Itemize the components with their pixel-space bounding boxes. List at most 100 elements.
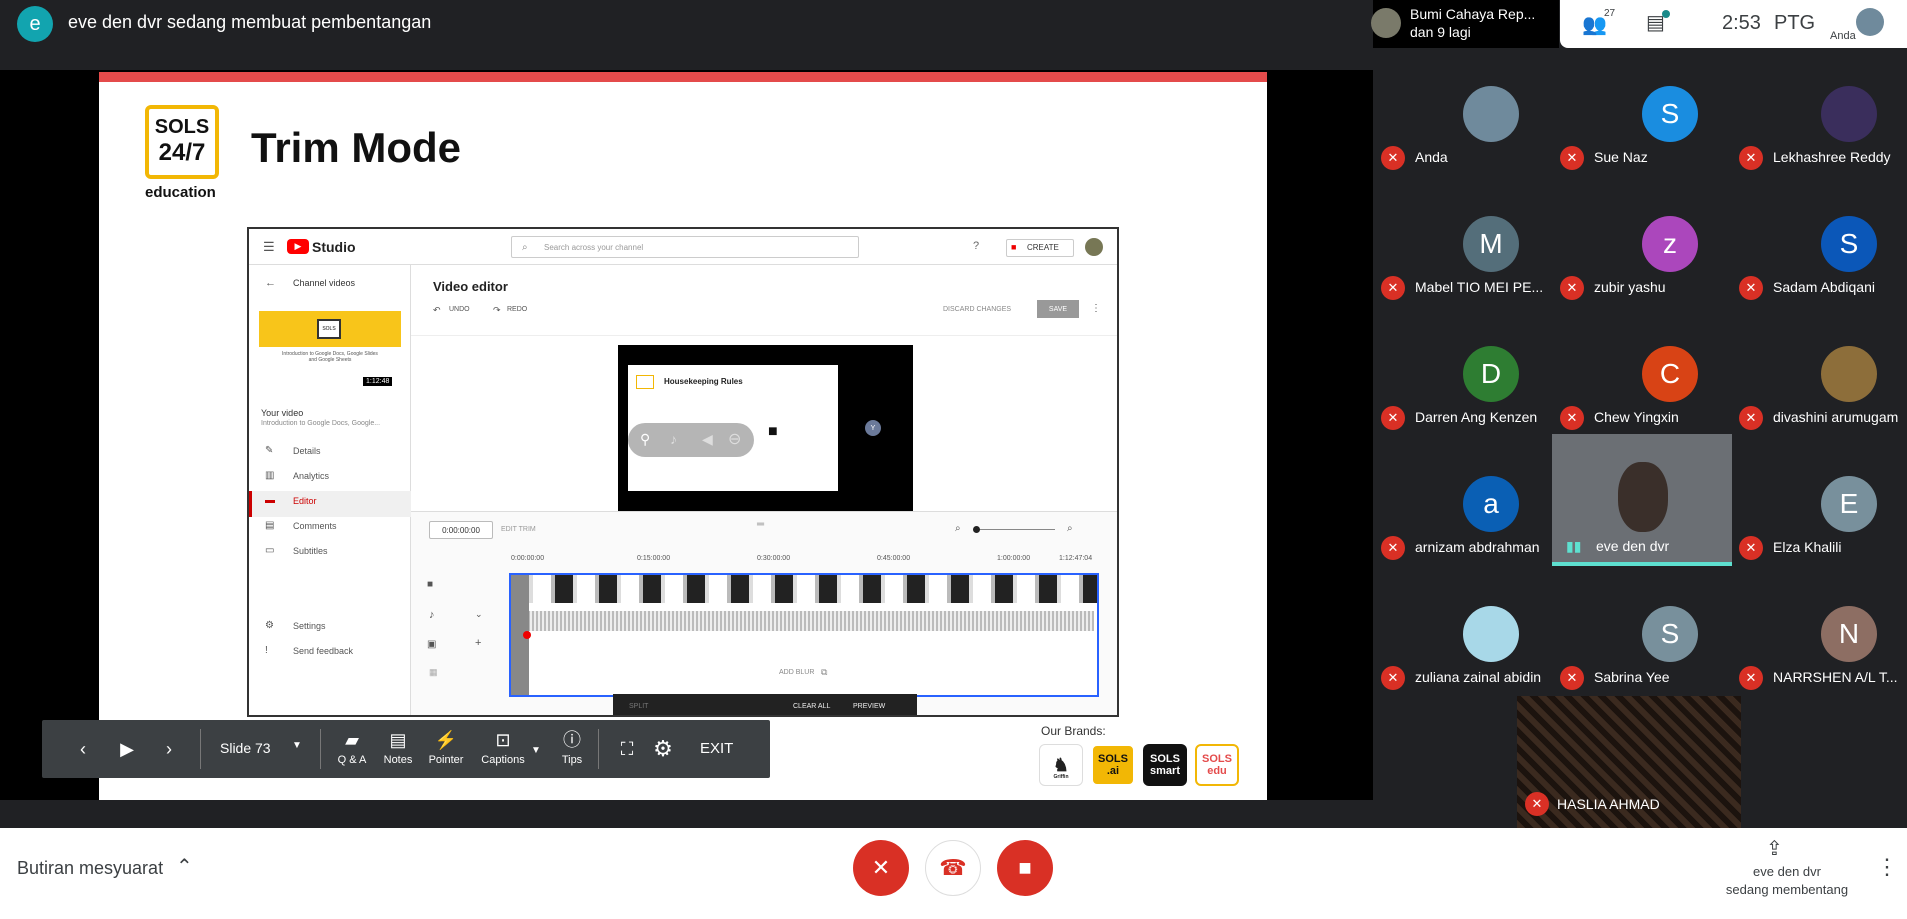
brand-sols-smart: SOLS smart xyxy=(1143,744,1187,786)
preview-logo xyxy=(636,375,654,389)
tick-0: 0:00:00:00 xyxy=(511,555,545,562)
timecode: 0:00:00:00 xyxy=(429,521,493,539)
participant-avatar[interactable] xyxy=(1463,86,1519,142)
redo-icon: ↷ xyxy=(493,305,501,315)
tile-name: NARRSHEN A/L T... xyxy=(1773,669,1898,685)
meet-window: e eve den dvr sedang membuat pembentanga… xyxy=(0,0,1907,919)
divider xyxy=(411,335,1117,336)
chevron-up-icon[interactable]: ⌃ xyxy=(176,854,193,879)
participant-avatar[interactable]: E xyxy=(1821,476,1877,532)
brands-label: Our Brands: xyxy=(1041,724,1106,738)
participant-avatar[interactable] xyxy=(1821,86,1877,142)
zoom-knob xyxy=(973,526,980,533)
editor-icon: ▬ xyxy=(265,495,275,506)
mic-off-icon: ✕ xyxy=(1381,666,1405,690)
mic-off-icon: ✕ xyxy=(1525,792,1549,816)
participant-avatar[interactable]: S xyxy=(1642,86,1698,142)
captions-button[interactable]: ⊡ Captions xyxy=(474,720,532,778)
drag-handle-icon: ═ xyxy=(757,519,765,530)
tips-button[interactable]: ⓘ Tips xyxy=(550,720,594,778)
external-link-icon: ⧉ xyxy=(821,667,828,677)
pointer-icon: ⚡ xyxy=(434,730,458,750)
participant-avatar[interactable] xyxy=(1463,606,1519,662)
play-icon: ▶ xyxy=(120,739,134,759)
slide-select[interactable]: Slide 73 ▼ xyxy=(212,720,312,778)
clock-period: PTG xyxy=(1774,12,1816,34)
mic-off-icon: ✕ xyxy=(1560,146,1584,170)
studio-screenshot: ☰ ▶ Studio ⌕ Search across your channel … xyxy=(247,227,1119,717)
settings-icon: ⚙ xyxy=(265,620,274,631)
camera-toggle-button[interactable]: ■ xyxy=(997,840,1053,896)
group-avatar xyxy=(1371,8,1401,38)
remove-icon: ⊖ xyxy=(728,431,742,448)
video-thumbnail: SOLS Introduction to Google Docs, Google… xyxy=(259,311,401,391)
zoom-out-icon: ⌕ xyxy=(955,523,961,534)
group-name: Bumi Cahaya Rep... xyxy=(1410,6,1536,22)
audio-track-icon: ♪ xyxy=(429,609,435,621)
tick-1: 0:15:00:00 xyxy=(637,555,671,562)
mic-off-icon: ✕ xyxy=(1739,276,1763,300)
participant-avatar[interactable]: a xyxy=(1463,476,1519,532)
present-screen-icon[interactable]: ⇪ xyxy=(1766,836,1783,861)
help-icon: ? xyxy=(973,240,980,252)
chat-dot xyxy=(1662,10,1670,18)
pencil-icon: ✎ xyxy=(265,445,274,456)
clock-time: 2:53 xyxy=(1722,12,1761,34)
tips-label: Tips xyxy=(561,754,583,766)
dropdown-icon: ▼ xyxy=(292,740,302,751)
discard-label: DISCARD CHANGES xyxy=(943,306,1012,313)
participant-avatar[interactable]: N xyxy=(1821,606,1877,662)
logo-line1: SOLS xyxy=(154,116,210,138)
qa-label: Q & A xyxy=(337,754,367,766)
mic-toggle-button[interactable]: ✕ xyxy=(853,840,909,896)
comments-icon: ▤ xyxy=(265,520,275,531)
participant-avatar[interactable] xyxy=(1821,346,1877,402)
captions-label: Captions xyxy=(481,754,525,766)
audio-waveform xyxy=(524,611,1094,631)
bottom-video-tile[interactable]: ✕ HASLIA AHMAD xyxy=(1517,696,1741,828)
redo-label: REDO xyxy=(507,306,528,313)
camera-icon: ■ xyxy=(1011,242,1017,252)
play-button[interactable]: ▶ xyxy=(112,720,142,778)
mic-off-icon: ✕ xyxy=(1381,276,1405,300)
participant-avatar[interactable]: z xyxy=(1642,216,1698,272)
video-record-icon: ■ xyxy=(768,423,778,440)
pointer-button[interactable]: ⚡ Pointer xyxy=(422,720,470,778)
camera-off-icon: ■ xyxy=(1018,855,1032,880)
tile-name: zuliana zainal abidin xyxy=(1415,669,1542,685)
notes-button[interactable]: ▤ Notes xyxy=(376,720,420,778)
participant-avatar[interactable]: S xyxy=(1642,606,1698,662)
fullscreen-button[interactable]: ⛶ xyxy=(612,720,642,778)
overlay-track-icon: ▣ xyxy=(427,639,437,650)
playhead xyxy=(523,631,531,639)
participant-avatar[interactable]: C xyxy=(1642,346,1698,402)
mic-off-icon: ✕ xyxy=(1560,666,1584,690)
tile-name-haslia: HASLIA AHMAD xyxy=(1557,796,1660,812)
next-slide-button[interactable]: › xyxy=(154,720,184,778)
more-options-icon[interactable]: ⋮ xyxy=(1876,854,1898,880)
captions-dropdown[interactable]: ▼ xyxy=(526,720,546,778)
leave-call-button[interactable]: ☎ xyxy=(925,840,981,896)
tile-name: Elza Khalili xyxy=(1773,539,1842,555)
slide-title: Trim Mode xyxy=(251,124,462,171)
studio-avatar xyxy=(1085,238,1103,256)
speaking-icon: ▮▮ xyxy=(1566,538,1582,554)
settings-button[interactable]: ⚙ xyxy=(648,720,678,778)
tile-name: Lekhashree Reddy xyxy=(1773,149,1891,165)
tile-name: Sadam Abdiqani xyxy=(1773,279,1875,295)
preview-avatar: Y xyxy=(865,420,881,436)
participant-avatar[interactable]: M xyxy=(1463,216,1519,272)
qa-button[interactable]: ▰ Q & A xyxy=(330,720,374,778)
exit-button[interactable]: EXIT xyxy=(694,720,744,778)
meeting-details-button[interactable]: Butiran mesyuarat xyxy=(17,858,163,879)
info-icon: ⓘ xyxy=(563,730,581,750)
prev-slide-button[interactable]: ‹ xyxy=(68,720,98,778)
presenter-avatar: e xyxy=(17,6,53,42)
brand-sols-edu: SOLS edu xyxy=(1195,744,1239,786)
participant-avatar[interactable]: S xyxy=(1821,216,1877,272)
add-overlay-icon: + xyxy=(475,637,482,649)
clear-all-label: CLEAR ALL xyxy=(793,703,831,710)
studio-brand: Studio xyxy=(312,239,356,255)
video-preview: Housekeeping Rules ⚲ ♪ ◀ ⊖ ■ Y xyxy=(618,345,913,511)
participant-avatar[interactable]: D xyxy=(1463,346,1519,402)
